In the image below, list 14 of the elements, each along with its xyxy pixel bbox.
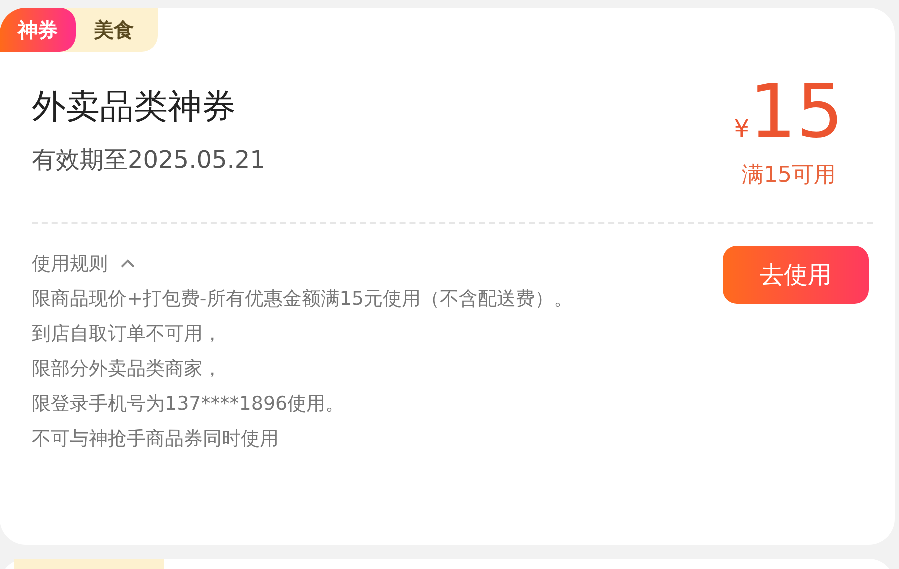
coupon-title: 外卖品类神券 bbox=[32, 86, 237, 129]
usage-condition: 满15可用 bbox=[742, 162, 836, 190]
rule-text: 不可与神抢手商品券同时使用 bbox=[32, 427, 280, 452]
use-button[interactable]: 去使用 bbox=[723, 246, 869, 304]
rule-text: 限商品现价+打包费-所有优惠金额满15元使用（不含配送费）。 bbox=[32, 287, 574, 312]
rule-text: 限部分外卖品类商家， bbox=[32, 357, 223, 382]
validity-date: 有效期至2025.05.21 bbox=[32, 145, 266, 176]
rule-text: 到店自取订单不可用， bbox=[32, 322, 223, 347]
rules-toggle[interactable]: 使用规则 bbox=[32, 246, 108, 282]
chevron-icon[interactable] bbox=[120, 259, 136, 269]
currency-symbol: ¥ bbox=[734, 115, 750, 143]
rule-text: 限登录手机号为137****1896使用。 bbox=[32, 392, 346, 417]
coupon-tag: 神券 bbox=[0, 8, 76, 52]
coupon-amount: 15 bbox=[750, 74, 844, 150]
